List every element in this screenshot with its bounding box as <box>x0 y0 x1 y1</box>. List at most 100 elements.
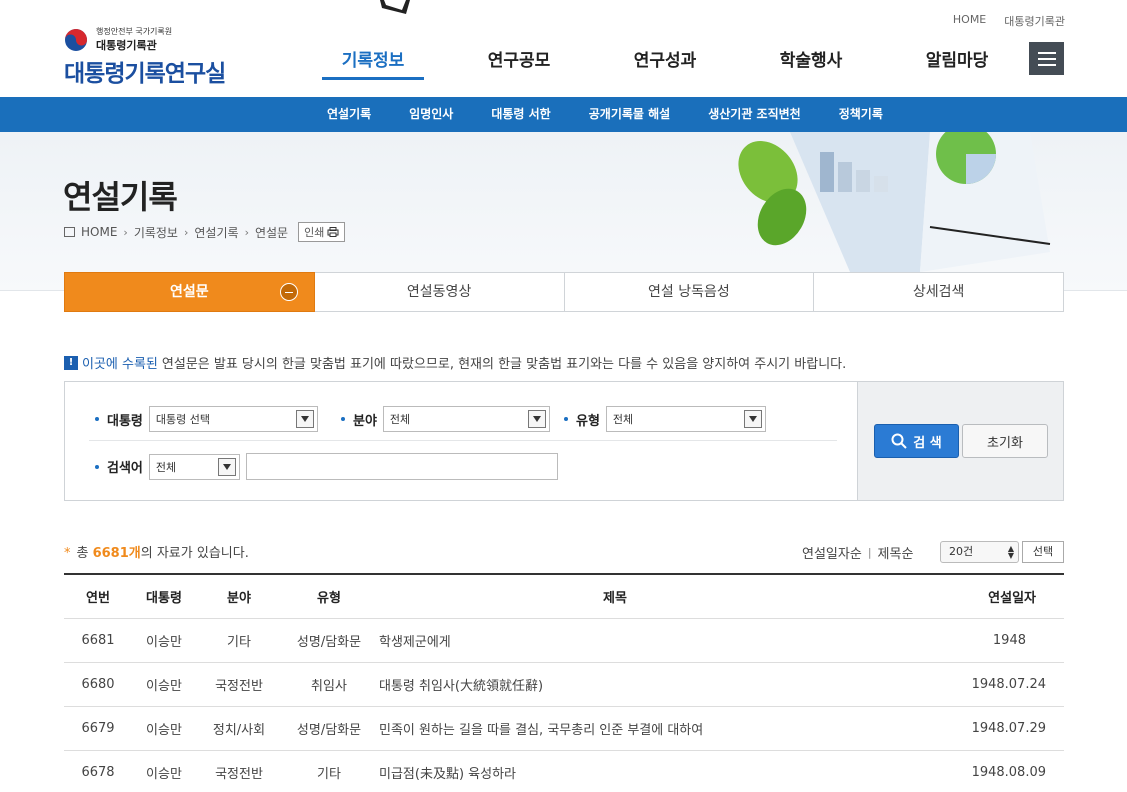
col-type: 유형 <box>282 574 376 619</box>
subnav-letters[interactable]: 대통령 서한 <box>472 97 569 132</box>
chevron-right-icon: › <box>183 225 189 239</box>
search-icon <box>891 433 907 449</box>
gnb-academic-events[interactable]: 학술행사 <box>738 46 884 76</box>
divider <box>89 440 837 441</box>
cell-title-link[interactable]: 민족이 원하는 길을 따를 결심, 국무총리 인준 부결에 대하여 <box>376 706 854 751</box>
cell-date: 1948.07.24 <box>854 662 1064 707</box>
table-row[interactable]: 6678 이승만 국정전반 기타 미급점(未及點) 육성하라 1948.08.0… <box>64 750 1064 792</box>
breadcrumb-speech[interactable]: 연설문 <box>255 224 288 241</box>
taegeuk-emblem-icon <box>65 29 87 51</box>
table-row[interactable]: 6680 이승만 국정전반 취임사 대통령 취임사(大統領就任辭) 1948.0… <box>64 662 1064 707</box>
per-page-select[interactable]: 20건 ▲ ▼ <box>940 541 1019 563</box>
cell-field: 국정전반 <box>196 750 282 792</box>
gnb-research-results[interactable]: 연구성과 <box>592 46 738 76</box>
keyword-scope-select[interactable]: 전체 <box>148 453 240 480</box>
field-label: 분야 <box>353 413 377 429</box>
content-tabs: 연설문 연설동영상 연설 낭독음성 상세검색 <box>64 272 1064 312</box>
cell-president: 이승만 <box>132 618 196 663</box>
updown-arrow-icon: ▲ ▼ <box>1007 544 1014 560</box>
result-count: * 총 6681개의 자료가 있습니다. <box>64 542 249 561</box>
breadcrumb: HOME › 기록정보 › 연설기록 › 연설문 인쇄 <box>64 222 346 242</box>
field-field: 분야 전체 <box>341 406 550 432</box>
global-nav: 기록정보 연구공모 연구성과 학술행사 알림마당 <box>300 46 1030 80</box>
sort-by-title[interactable]: 제목순 <box>878 543 914 562</box>
search-panel: 대통령 대통령 선택 분야 전체 유형 전체 검색어 전체 검 색 초기화 <box>64 381 1064 501</box>
gnb-records-info[interactable]: 기록정보 <box>300 46 446 80</box>
separator: | <box>867 546 872 559</box>
tab-speech-label: 연설문 <box>170 284 209 300</box>
cell-field: 국정전반 <box>196 662 282 707</box>
exclamation-icon: ! <box>64 355 78 370</box>
hamburger-menu-icon[interactable] <box>1029 42 1064 75</box>
print-label: 인쇄 <box>304 226 325 239</box>
type-label: 유형 <box>576 413 600 429</box>
tab-speech-video[interactable]: 연설동영상 <box>314 272 565 312</box>
type-select[interactable]: 전체 <box>605 406 766 432</box>
result-suffix: 의 자료가 있습니다. <box>140 546 249 561</box>
cell-date: 1948.08.09 <box>854 750 1064 792</box>
col-title: 제목 <box>376 574 854 619</box>
subnav-public-records[interactable]: 공개기록물 해설 <box>570 97 689 132</box>
president-select-value: 대통령 선택 <box>155 413 210 426</box>
gnb-research-contest[interactable]: 연구공모 <box>446 46 592 76</box>
search-button[interactable]: 검 색 <box>874 424 959 458</box>
cell-title-link[interactable]: 학생제군에게 <box>376 618 854 663</box>
cell-title-link[interactable]: 대통령 취임사(大統領就任辭) <box>376 662 854 707</box>
col-field: 분야 <box>196 574 282 619</box>
keyword-input[interactable] <box>245 453 558 480</box>
result-count-value: 6681개 <box>92 546 141 561</box>
reset-button[interactable]: 초기화 <box>962 424 1048 458</box>
search-button-label: 검 색 <box>913 435 942 451</box>
chevron-down-icon <box>743 410 762 428</box>
chevron-right-icon: › <box>123 225 128 239</box>
notice-highlight: 이곳에 수록된 <box>82 357 158 372</box>
page: HOME 대통령기록관 행정안전부 국가기록원 대통령기록관 대통령기록연구실 … <box>0 0 1127 792</box>
sort-by-date[interactable]: 연설일자순 <box>802 543 862 562</box>
breadcrumb-speech-records[interactable]: 연설기록 <box>194 224 238 241</box>
chevron-down-icon <box>527 410 546 428</box>
site-logo[interactable]: 행정안전부 국가기록원 대통령기록관 대통령기록연구실 <box>64 26 254 87</box>
choose-button[interactable]: 선택 <box>1022 541 1064 563</box>
tab-advanced-search[interactable]: 상세검색 <box>814 272 1064 312</box>
table-row[interactable]: 6679 이승만 정치/사회 성명/담화문 민족이 원하는 길을 따를 결심, … <box>64 706 1064 751</box>
notice: ! 이곳에 수록된 연설문은 발표 당시의 한글 맞춤법 표기에 따랐으므로, … <box>64 353 846 372</box>
tab-speech-audio[interactable]: 연설 낭독음성 <box>564 272 815 312</box>
cell-date: 1948 <box>854 618 1064 663</box>
top-link-home[interactable]: HOME <box>953 13 986 29</box>
type-select-value: 전체 <box>612 413 634 426</box>
cell-type: 취임사 <box>282 662 376 707</box>
top-link-archive[interactable]: 대통령기록관 <box>1004 13 1065 29</box>
subnav-appointments[interactable]: 임명인사 <box>390 97 472 132</box>
keyword-field: 검색어 전체 <box>95 453 558 480</box>
tab-speech[interactable]: 연설문 <box>64 272 315 312</box>
subnav-policy-records[interactable]: 정책기록 <box>820 97 902 132</box>
president-select[interactable]: 대통령 선택 <box>148 406 318 432</box>
breadcrumb-records-info[interactable]: 기록정보 <box>134 224 178 241</box>
print-button[interactable]: 인쇄 <box>298 222 346 242</box>
sub-nav: 연설기록 임명인사 대통령 서한 공개기록물 해설 생산기관 조직변천 정책기록 <box>0 97 1127 132</box>
gnb-notice[interactable]: 알림마당 <box>884 46 1030 76</box>
breadcrumb-home[interactable]: HOME <box>81 225 117 239</box>
cell-title-link[interactable]: 미급점(未及點) 육성하라 <box>376 750 854 792</box>
table-row[interactable]: 6681 이승만 기타 성명/담화문 학생제군에게 1948 <box>64 618 1064 663</box>
sort-options: 연설일자순 | 제목순 <box>802 543 913 562</box>
page-visual: 연설기록 HOME › 기록정보 › 연설기록 › 연설문 인쇄 <box>0 132 1127 291</box>
keyword-scope-value: 전체 <box>155 460 177 474</box>
subnav-org-changes[interactable]: 생산기관 조직변천 <box>689 97 820 132</box>
subnav-speech-records[interactable]: 연설기록 <box>308 97 390 132</box>
cell-number: 6681 <box>64 618 132 663</box>
cell-president: 이승만 <box>132 706 196 751</box>
col-number: 연번 <box>64 574 132 619</box>
cell-type: 성명/담화문 <box>282 618 376 663</box>
cell-field: 정치/사회 <box>196 706 282 751</box>
home-icon <box>64 227 75 237</box>
president-field: 대통령 대통령 선택 <box>95 406 318 432</box>
top-links: HOME 대통령기록관 <box>953 13 1065 29</box>
col-president: 대통령 <box>132 574 196 619</box>
logo-archive: 대통령기록관 <box>96 39 157 52</box>
field-select[interactable]: 전체 <box>382 406 550 432</box>
cell-type: 기타 <box>282 750 376 792</box>
president-label: 대통령 <box>107 413 143 429</box>
cell-field: 기타 <box>196 618 282 663</box>
bullet-icon <box>564 417 568 421</box>
